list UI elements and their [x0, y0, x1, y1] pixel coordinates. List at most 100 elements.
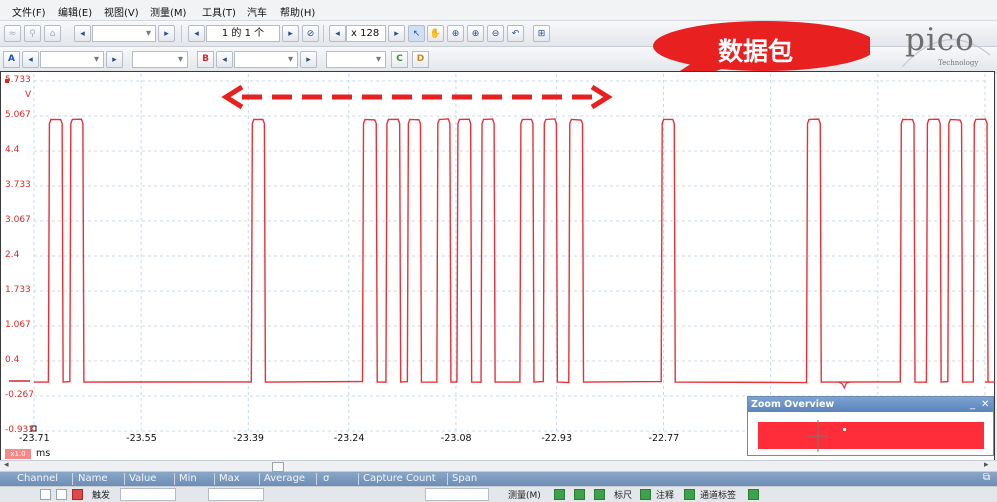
column-divider: [72, 473, 73, 485]
column-divider: [214, 473, 215, 485]
menu-measure[interactable]: 测量(M): [150, 4, 186, 19]
x-tick-label: -22.93: [541, 433, 572, 444]
column-average[interactable]: Average: [264, 473, 305, 484]
stop-button[interactable]: [56, 489, 67, 500]
waveform-glitch: [838, 381, 851, 390]
zoom-fit-icon[interactable]: ⊞: [533, 25, 550, 42]
timebase-next-button[interactable]: ▸: [158, 25, 175, 42]
trigger-level-input[interactable]: [425, 488, 489, 501]
zoom-level: x 128: [346, 25, 386, 42]
hand-icon[interactable]: ✋: [427, 25, 444, 42]
remove-measurement-button[interactable]: [574, 489, 585, 500]
channel-b-trace: [33, 118, 995, 390]
column-max[interactable]: Max: [219, 473, 240, 484]
menu-view[interactable]: 视图(V): [104, 4, 139, 19]
channel-b-range-select[interactable]: ▾: [234, 51, 298, 68]
channel-b-coupling-select[interactable]: ▾: [326, 51, 386, 68]
menu-help[interactable]: 帮助(H): [280, 4, 315, 19]
x-tick-label: -23.71: [19, 433, 50, 444]
trigger-mode-select[interactable]: [120, 488, 176, 501]
zoom-in-icon[interactable]: ⊕: [467, 25, 484, 42]
add-measurement-button[interactable]: [554, 489, 565, 500]
column-divider: [316, 473, 317, 485]
zoom-area-icon[interactable]: ⊕: [447, 25, 464, 42]
menu-automotive[interactable]: 汽车: [247, 4, 267, 19]
x-tick-label: -23.08: [440, 433, 472, 444]
pointer-icon[interactable]: ↖: [408, 25, 425, 42]
arrow-head-right-icon: [590, 85, 613, 110]
buffer-prev-button[interactable]: ◂: [188, 25, 205, 42]
run-button[interactable]: [40, 489, 51, 500]
y-tick-label: 3.733: [5, 180, 31, 190]
menu-edit[interactable]: 编辑(E): [58, 4, 92, 19]
x-axis-scale-badge[interactable]: x1.0: [5, 449, 31, 459]
channel-d-button[interactable]: D: [412, 51, 429, 68]
y-tick-label: 5.733: [5, 75, 31, 85]
column-name[interactable]: Name: [78, 473, 108, 484]
zoom-next-button[interactable]: ▸: [388, 25, 405, 42]
menu-file[interactable]: 文件(F): [12, 4, 46, 19]
measurements-table-header: Channel Name Value Min Max Average σ Cap…: [0, 472, 997, 486]
pico-logo-subtitle: Technology: [938, 59, 979, 67]
channel-a-coupling-select[interactable]: ▾: [132, 51, 188, 68]
zoom-overview-panel[interactable]: Zoom Overview _ ✕: [747, 396, 994, 456]
scroll-left-icon[interactable]: ◂: [4, 460, 9, 470]
notes-toggle[interactable]: [684, 489, 695, 500]
channel-a-range-prev[interactable]: ◂: [22, 51, 39, 68]
buffer-next-button[interactable]: ▸: [282, 25, 299, 42]
channel-labels-toggle[interactable]: [748, 489, 759, 500]
minimize-icon[interactable]: _: [970, 397, 975, 412]
measure-label: 测量(M): [508, 491, 541, 501]
ruler-toggle[interactable]: [640, 489, 651, 500]
channel-a-button[interactable]: A: [3, 51, 20, 68]
column-sigma[interactable]: σ: [323, 473, 329, 484]
y-tick-label: 1.733: [5, 285, 31, 296]
channel-a-range-next[interactable]: ▸: [106, 51, 123, 68]
column-capture-count[interactable]: Capture Count: [363, 473, 436, 484]
callout-label: 数据包: [718, 37, 794, 66]
y-unit-label: V: [25, 90, 32, 100]
column-divider: [174, 473, 175, 485]
channel-c-button[interactable]: C: [391, 51, 408, 68]
timebase-prev-button[interactable]: ◂: [74, 25, 91, 42]
scroll-right-icon[interactable]: ▸: [984, 460, 989, 470]
buffer-navigator-icon[interactable]: ⊘: [302, 25, 319, 42]
zoom-out-icon[interactable]: ⊖: [487, 25, 504, 42]
plot-grid: [33, 74, 986, 433]
menu-bar: 文件(F) 编辑(E) 视图(V) 测量(M) 工具(T) 汽车 帮助(H): [0, 0, 997, 21]
y-tick-label: 1.067: [5, 319, 31, 330]
edit-measurement-button[interactable]: [594, 489, 605, 500]
ruler-label: 标尺: [614, 491, 633, 501]
channel-b-button[interactable]: B: [197, 51, 214, 68]
home-icon[interactable]: ⌂: [44, 25, 61, 42]
channel-labels-label: 通道标签: [700, 491, 737, 501]
channel-a-range-select[interactable]: ▾: [40, 51, 104, 68]
horizontal-scrollbar[interactable]: ◂ ▸: [0, 460, 997, 472]
x-tick-label: -23.24: [333, 433, 365, 444]
y-tick-label: -0.267: [5, 390, 35, 401]
overview-waveform: [758, 422, 984, 449]
zoom-overview-thumbnail[interactable]: [748, 412, 993, 456]
menu-tools[interactable]: 工具(T): [202, 4, 236, 19]
close-icon[interactable]: ✕: [981, 397, 989, 412]
y-tick-label: 4.4: [5, 144, 20, 155]
y-tick-label: 2.4: [5, 250, 20, 260]
column-value[interactable]: Value: [129, 473, 156, 484]
record-icon[interactable]: [72, 489, 83, 500]
column-min[interactable]: Min: [179, 473, 197, 484]
trigger-source-select[interactable]: [208, 488, 264, 501]
channel-b-range-next[interactable]: ▸: [300, 51, 317, 68]
column-channel[interactable]: Channel: [17, 473, 58, 484]
scope-mode-icon[interactable]: ≈: [4, 25, 21, 42]
timebase-select[interactable]: ▾: [92, 25, 156, 42]
probe-icon[interactable]: ⚲: [24, 25, 41, 42]
channel-b-range-prev[interactable]: ◂: [216, 51, 233, 68]
x-tick-label: -22.77: [648, 433, 680, 444]
toolbar-separator: [323, 25, 324, 42]
scroll-thumb[interactable]: [272, 462, 284, 472]
column-span[interactable]: Span: [452, 473, 477, 484]
restore-panel-icon[interactable]: ⧉: [983, 472, 990, 483]
zoom-prev-button[interactable]: ◂: [329, 25, 346, 42]
column-divider: [124, 473, 125, 485]
undo-zoom-icon[interactable]: ↶: [507, 25, 524, 42]
